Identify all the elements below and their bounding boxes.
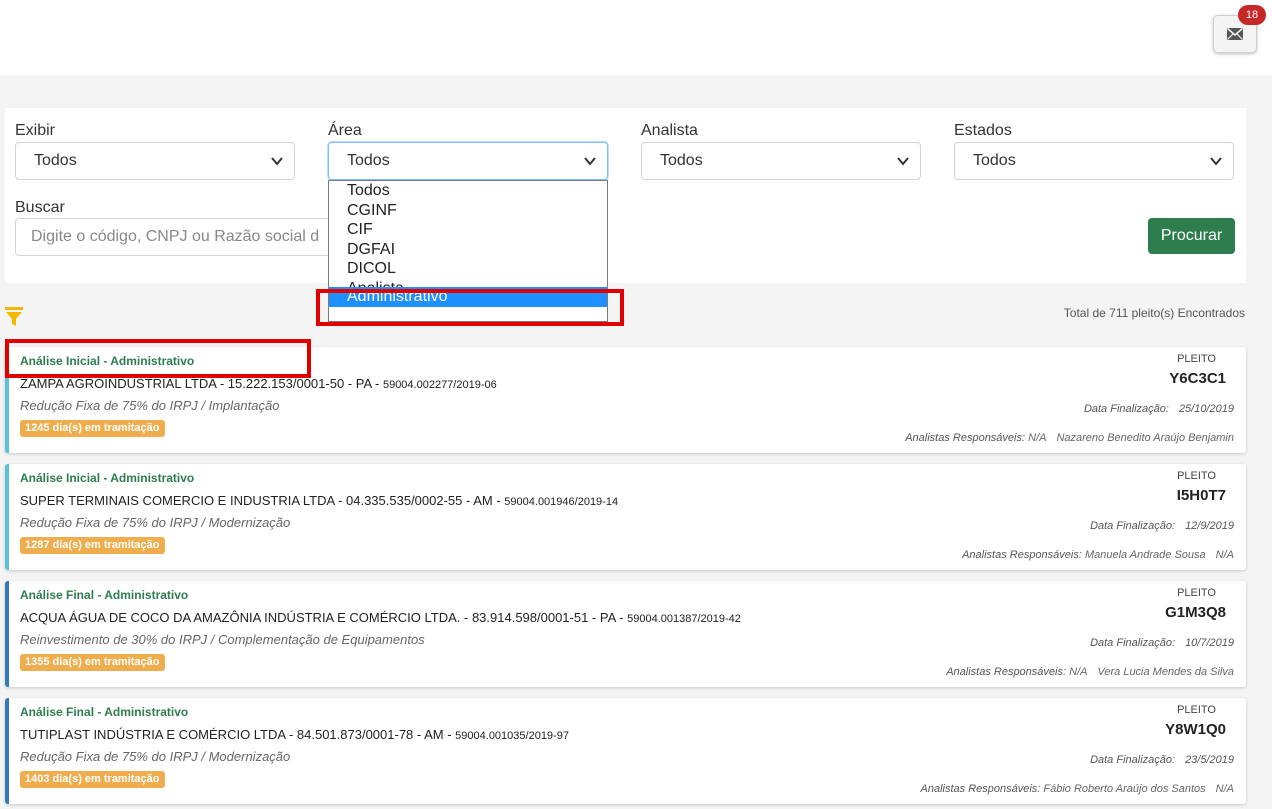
pleito-card[interactable]: Análise Final - Administrativo TUTIPLAST…	[5, 698, 1246, 804]
chevron-down-icon	[584, 157, 596, 166]
area-select[interactable]: Todos	[328, 142, 608, 180]
card-analysts: Analistas Responsáveis: Manuela Andrade …	[962, 549, 1234, 561]
card-date-label: Data Finalização:	[1090, 754, 1176, 766]
card-analysts-value-2: Vera Lucia Mendes da Silva	[1097, 666, 1234, 678]
unread-count-badge: 18	[1238, 5, 1266, 25]
card-date-label: Data Finalização:	[1090, 520, 1176, 532]
card-process-number: 59004.001035/2019-97	[455, 730, 569, 742]
buscar-label: Buscar	[15, 199, 65, 216]
area-option-analista[interactable]: Analista	[329, 279, 607, 287]
area-option-cif[interactable]: CIF	[329, 220, 607, 240]
card-pleito-code: Y6C3C1	[1169, 370, 1226, 387]
card-date-value: 12/9/2019	[1185, 520, 1234, 532]
pleito-card[interactable]: Análise Final - Administrativo ACQUA ÁGU…	[5, 581, 1246, 687]
card-date-value: 10/7/2019	[1185, 637, 1234, 649]
area-option-todos[interactable]: Todos	[329, 181, 607, 201]
card-analysts: Analistas Responsáveis: N/A Nazareno Bene…	[905, 432, 1234, 444]
card-date-label: Data Finalização:	[1090, 637, 1176, 649]
card-days-badge: 1403 dia(s) em tramitação	[20, 771, 165, 788]
exibir-label: Exibir	[15, 122, 56, 139]
card-pleito-code: G1M3Q8	[1165, 604, 1226, 621]
card-benefit: Redução Fixa de 75% do IRPJ / Modernizaç…	[20, 749, 291, 764]
card-process-number: 59004.002277/2019-06	[382, 379, 497, 391]
card-analysts-label: Analistas Responsáveis:	[962, 549, 1082, 561]
card-date-value: 23/5/2019	[1185, 754, 1234, 766]
chevron-down-icon	[1210, 157, 1222, 166]
card-days-badge: 1355 dia(s) em tramitação	[20, 654, 165, 671]
card-company-name: TUTIPLAST INDÚSTRIA E COMÉRCIO LTDA - 84…	[20, 727, 456, 742]
card-pleito-label: PLEITO	[1177, 470, 1216, 482]
area-select-value: Todos	[347, 152, 390, 169]
pleito-card[interactable]: Análise Inicial - Administrativo ZAMPA A…	[5, 347, 1246, 453]
card-company-name: SUPER TERMINAIS COMERCIO E INDUSTRIA LTD…	[20, 493, 505, 508]
card-pleito-label: PLEITO	[1177, 704, 1216, 716]
card-analysts-value-2: Nazareno Benedito Araújo Benjamin	[1056, 432, 1234, 444]
card-date: Data Finalização: 25/10/2019	[1084, 403, 1234, 415]
card-status: Análise Inicial - Administrativo	[20, 471, 195, 485]
card-process-number: 59004.001946/2019-14	[504, 496, 619, 508]
area-option-dicol[interactable]: DICOL	[329, 259, 607, 279]
card-company-name: ZAMPA AGROINDUSTRIAL LTDA - 15.222.153/0…	[20, 376, 383, 391]
filter-funnel-icon[interactable]	[4, 305, 24, 327]
card-analysts-value-2: N/A	[1215, 783, 1234, 795]
card-status: Análise Final - Administrativo	[20, 588, 189, 602]
area-dropdown-list: Todos CGINF CIF DGFAI DICOL Analista Adm…	[328, 180, 608, 322]
card-pleito-code: I5H0T7	[1176, 487, 1226, 504]
card-company: SUPER TERMINAIS COMERCIO E INDUSTRIA LTD…	[20, 493, 618, 508]
card-company: ACQUA ÁGUA DE COCO DA AMAZÔNIA INDÚSTRIA…	[20, 610, 741, 625]
card-company-name: ACQUA ÁGUA DE COCO DA AMAZÔNIA INDÚSTRIA…	[20, 610, 628, 625]
analista-select[interactable]: Todos	[641, 142, 921, 180]
procurar-button[interactable]: Procurar	[1148, 218, 1235, 254]
filter-panel	[5, 108, 1246, 283]
card-company: ZAMPA AGROINDUSTRIAL LTDA - 15.222.153/0…	[20, 376, 497, 391]
card-benefit: Redução Fixa de 75% do IRPJ / Modernizaç…	[20, 515, 291, 530]
card-analysts-label: Analistas Responsáveis:	[905, 432, 1026, 444]
card-date-label: Data Finalização:	[1083, 403, 1169, 415]
estados-select[interactable]: Todos	[954, 142, 1234, 180]
area-option-cginf[interactable]: CGINF	[329, 201, 607, 221]
card-analysts: Analistas Responsáveis: N/A Vera Lucia Me…	[946, 666, 1234, 678]
card-analysts-value-2: N/A	[1215, 549, 1234, 561]
card-analysts-value: N/A	[1069, 666, 1088, 678]
card-analysts-value: N/A	[1028, 432, 1047, 444]
chevron-down-icon	[271, 157, 283, 166]
analista-select-value: Todos	[660, 152, 703, 169]
card-status: Análise Inicial - Administrativo	[20, 354, 195, 368]
card-pleito-code: Y8W1Q0	[1165, 721, 1226, 738]
estados-label: Estados	[954, 122, 1012, 139]
card-company: TUTIPLAST INDÚSTRIA E COMÉRCIO LTDA - 84…	[20, 727, 569, 742]
card-date-value: 25/10/2019	[1178, 403, 1234, 415]
card-days-badge: 1245 dia(s) em tramitação	[20, 420, 165, 437]
card-analysts-value: Manuela Andrade Sousa	[1084, 549, 1206, 561]
analista-label: Analista	[641, 122, 698, 139]
card-analysts-value: Fábio Roberto Araújo dos Santos	[1043, 783, 1206, 795]
card-benefit: Reinvestimento de 30% do IRPJ / Compleme…	[20, 632, 425, 647]
exibir-select-value: Todos	[34, 152, 77, 169]
pleito-card[interactable]: Análise Inicial - Administrativo SUPER T…	[5, 464, 1246, 570]
chevron-down-icon	[897, 157, 909, 166]
card-analysts-label: Analistas Responsáveis:	[946, 666, 1067, 678]
card-date: Data Finalização: 10/7/2019	[1090, 637, 1234, 649]
card-analysts: Analistas Responsáveis: Fábio Roberto Ar…	[921, 783, 1235, 795]
area-option-dgfai[interactable]: DGFAI	[329, 240, 607, 260]
card-status: Análise Final - Administrativo	[20, 705, 189, 719]
estados-select-value: Todos	[973, 152, 1016, 169]
results-total: Total de 711 pleito(s) Encontrados	[1063, 306, 1245, 320]
card-process-number: 59004.001387/2019-42	[627, 613, 741, 625]
envelope-icon	[1227, 28, 1243, 40]
card-pleito-label: PLEITO	[1177, 587, 1216, 599]
area-label: Área	[328, 122, 362, 139]
card-analysts-label: Analistas Responsáveis:	[920, 783, 1041, 795]
exibir-select[interactable]: Todos	[15, 142, 295, 180]
top-bar: 18	[0, 0, 1272, 75]
card-date: Data Finalização: 23/5/2019	[1090, 754, 1234, 766]
card-days-badge: 1287 dia(s) em tramitação	[20, 537, 165, 554]
area-option-administrativo[interactable]: Administrativo	[329, 286, 607, 307]
card-date: Data Finalização: 12/9/2019	[1090, 520, 1234, 532]
search-input[interactable]	[15, 218, 335, 256]
card-pleito-label: PLEITO	[1177, 353, 1216, 365]
card-benefit: Redução Fixa de 75% do IRPJ / Implantaçã…	[20, 398, 280, 413]
